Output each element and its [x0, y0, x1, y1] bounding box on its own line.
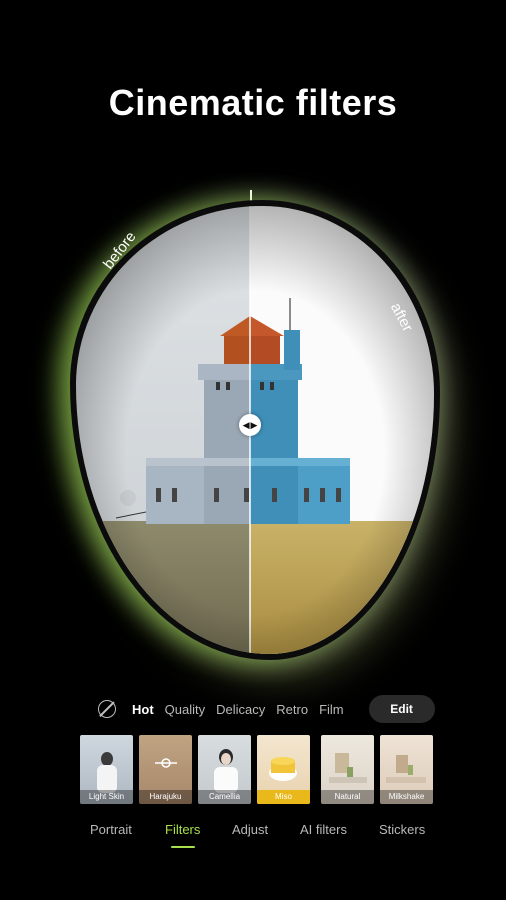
filter-camellia[interactable]: Camellia — [198, 735, 251, 804]
filter-label: Natural — [321, 790, 374, 804]
filter-label: Light Skin — [80, 790, 133, 804]
filter-category-row: Hot Quality Delicacy Retro Film Edit — [98, 694, 506, 724]
no-filter-icon[interactable] — [98, 700, 116, 718]
filter-label: Miso — [257, 790, 310, 804]
filter-light-skin[interactable]: Light Skin — [80, 735, 133, 804]
page-title: Cinematic filters — [108, 82, 398, 123]
filter-thumbnails: Light Skin Harajuku Camellia Miso Natura… — [80, 735, 506, 805]
category-film[interactable]: Film — [319, 702, 344, 717]
filter-label: Milkshake — [380, 790, 433, 804]
category-delicacy[interactable]: Delicacy — [216, 702, 265, 717]
tab-filters[interactable]: Filters — [165, 822, 200, 837]
filter-miso[interactable]: Miso — [257, 735, 310, 804]
tab-portrait[interactable]: Portrait — [90, 822, 132, 837]
filter-milkshake[interactable]: Milkshake — [380, 735, 433, 804]
active-tab-indicator — [171, 846, 195, 848]
edit-button[interactable]: Edit — [368, 695, 435, 723]
tab-ai-filters[interactable]: AI filters — [300, 822, 347, 837]
tab-stickers[interactable]: Stickers — [379, 822, 425, 837]
filter-natural[interactable]: Natural — [321, 735, 374, 804]
category-hot[interactable]: Hot — [132, 702, 154, 717]
category-quality[interactable]: Quality — [165, 702, 205, 717]
category-retro[interactable]: Retro — [276, 702, 308, 717]
filter-label: Harajuku — [139, 790, 192, 804]
filter-label: Camellia — [198, 790, 251, 804]
tab-adjust[interactable]: Adjust — [232, 822, 268, 837]
filter-harajuku[interactable]: Harajuku — [139, 735, 192, 804]
bottom-tab-bar: Portrait Filters Adjust AI filters Stick… — [0, 822, 506, 842]
slider-icon — [155, 758, 177, 768]
compare-arrows-icon[interactable]: ◀ ▶ — [239, 414, 261, 436]
compare-view[interactable]: ◀ ▶ — [70, 200, 440, 660]
